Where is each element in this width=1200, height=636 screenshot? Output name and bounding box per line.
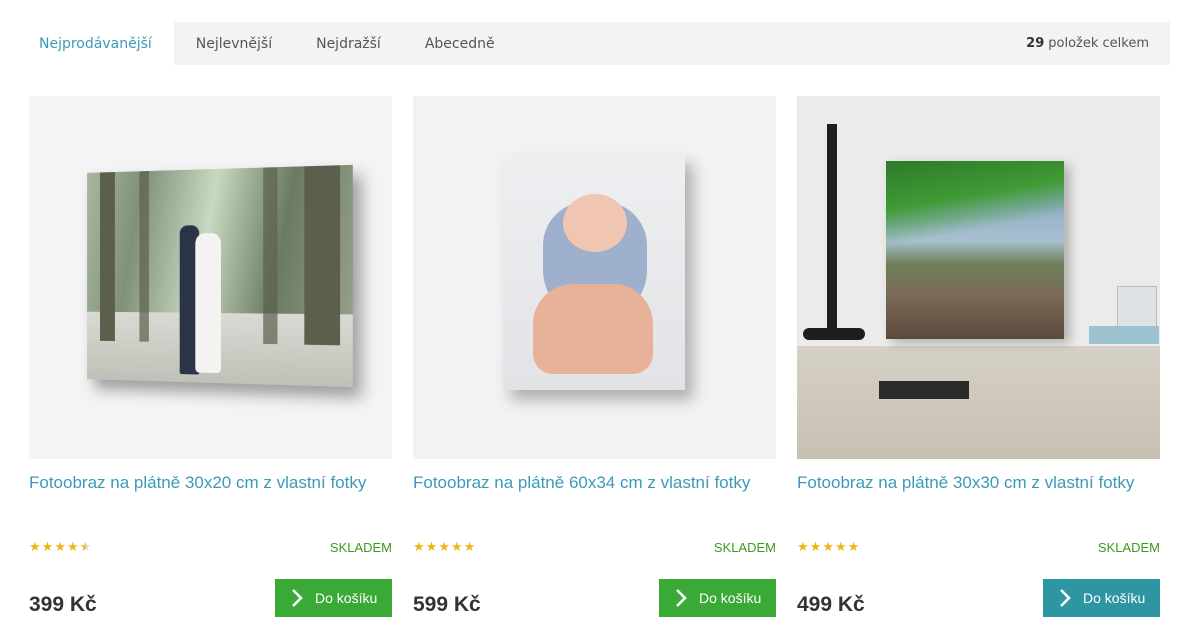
product-card: Fotoobraz na plátně 30x30 cm z vlastní f…: [797, 96, 1160, 626]
tree-trunk: [139, 170, 149, 342]
parent-hands: [533, 284, 653, 374]
tree-trunk: [100, 172, 115, 342]
total-suffix: položek celkem: [1048, 36, 1149, 51]
stock-status: SKLADEM: [1097, 540, 1160, 555]
sort-tab-most-expensive[interactable]: Nejdražší: [294, 22, 403, 65]
total-items: 29 položek celkem: [1026, 22, 1170, 65]
palm-leaf: [886, 161, 1064, 251]
product-card: Fotoobraz na plátně 60x34 cm z vlastní f…: [413, 96, 776, 626]
baby-face: [563, 194, 627, 252]
stock-status: SKLADEM: [713, 540, 776, 555]
rating-stars: ★ ★ ★ ★ ★: [29, 540, 91, 555]
canvas-photo-newborn: [503, 154, 685, 390]
product-price: 599 Kč: [413, 593, 481, 616]
star-icon: ★: [450, 540, 463, 555]
star-icon: ★: [54, 540, 66, 555]
sort-tab-alphabetical[interactable]: Abecedně: [403, 22, 517, 65]
cart-button-label: Do košíku: [315, 590, 378, 606]
product-title[interactable]: Fotoobraz na plátně 30x30 cm z vlastní f…: [797, 471, 1160, 495]
star-icon: ★: [41, 540, 54, 555]
star-icon: ★: [425, 540, 438, 555]
rating-stars: ★ ★ ★ ★ ★: [797, 540, 859, 555]
add-to-cart-button[interactable]: Do košíku: [659, 579, 776, 617]
product-title[interactable]: Fotoobraz na plátně 60x34 cm z vlastní f…: [413, 471, 776, 495]
product-price: 399 Kč: [29, 593, 97, 616]
star-half-icon: ★: [79, 540, 92, 555]
star-icon: ★: [809, 540, 822, 555]
product-card: Fotoobraz na plátně 30x20 cm z vlastní f…: [29, 96, 392, 626]
lamp-base: [803, 328, 865, 340]
stock-status: SKLADEM: [329, 540, 392, 555]
desk-drawer-handle: [879, 381, 969, 399]
star-icon: ★: [463, 540, 476, 555]
tree-trunk: [304, 165, 341, 346]
star-icon: ★: [847, 540, 860, 555]
rating-stars: ★ ★ ★ ★ ★: [413, 540, 475, 555]
product-image[interactable]: [29, 96, 392, 459]
chevron-right-icon: [1060, 589, 1071, 607]
sort-bar: Nejprodávanější Nejlevnější Nejdražší Ab…: [18, 22, 1170, 66]
tree-trunk: [263, 167, 278, 345]
product-title[interactable]: Fotoobraz na plátně 30x20 cm z vlastní f…: [29, 471, 392, 495]
cart-button-label: Do košíku: [699, 590, 762, 606]
bride-figure: [195, 232, 221, 374]
star-icon: ★: [29, 540, 41, 555]
star-icon: ★: [438, 540, 450, 555]
chevron-right-icon: [676, 589, 687, 607]
star-icon: ★: [834, 540, 847, 555]
desk: [797, 346, 1160, 459]
couple-figure: [179, 225, 221, 375]
pencil-cup: [1117, 286, 1157, 331]
canvas-photo-wedding: [87, 164, 353, 388]
product-grid: Fotoobraz na plátně 30x20 cm z vlastní f…: [29, 96, 1160, 626]
product-price: 499 Kč: [797, 593, 865, 616]
star-icon: ★: [66, 540, 79, 555]
add-to-cart-button[interactable]: Do košíku: [275, 579, 392, 617]
total-count: 29: [1026, 36, 1045, 51]
sort-tab-bestselling[interactable]: Nejprodávanější: [18, 22, 174, 66]
cart-button-label: Do košíku: [1083, 590, 1146, 606]
star-icon: ★: [413, 540, 425, 555]
star-icon: ★: [822, 540, 834, 555]
product-image[interactable]: [797, 96, 1160, 459]
star-icon: ★: [797, 540, 809, 555]
sort-tab-cheapest[interactable]: Nejlevnější: [174, 22, 294, 65]
notebook: [1089, 326, 1159, 344]
add-to-cart-button[interactable]: Do košíku: [1043, 579, 1160, 617]
lamp: [827, 124, 837, 334]
product-image[interactable]: [413, 96, 776, 459]
chevron-right-icon: [292, 589, 303, 607]
